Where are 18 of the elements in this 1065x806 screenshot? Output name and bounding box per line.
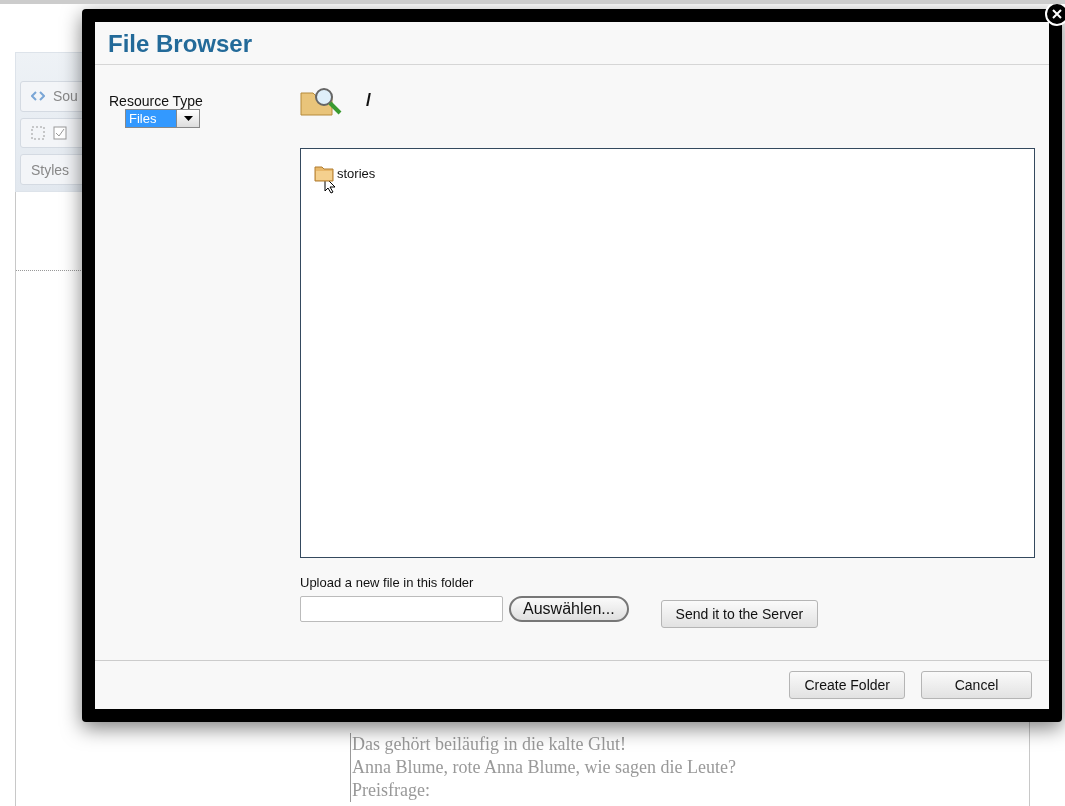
create-folder-button[interactable]: Create Folder — [789, 671, 905, 699]
close-icon[interactable] — [1044, 4, 1065, 27]
cancel-button[interactable]: Cancel — [921, 671, 1032, 699]
current-path: / — [366, 89, 371, 111]
dropdown-arrow-icon — [183, 116, 193, 121]
folder-item[interactable]: stories — [314, 164, 376, 182]
dotted-square-icon[interactable] — [31, 126, 45, 140]
browse-button[interactable]: Auswählen... — [509, 596, 629, 622]
folder-icon — [314, 164, 334, 182]
upload-label: Upload a new file in this folder — [300, 575, 475, 590]
file-path-field[interactable] — [300, 596, 503, 622]
poem-line: Das gehört beiläufig in die kalte Glut! — [352, 733, 627, 756]
poem-line: Preisfrage: — [352, 779, 431, 802]
resource-type-label: Resource Type — [109, 93, 203, 109]
dialog-title: File Browser — [95, 22, 1049, 65]
checkbox-icon[interactable] — [53, 126, 67, 140]
poem-line: Anna Blume, rote Anna Blume, wie sagen die Leute? — [352, 756, 737, 779]
send-to-server-button[interactable]: Send it to the Server — [660, 600, 819, 628]
